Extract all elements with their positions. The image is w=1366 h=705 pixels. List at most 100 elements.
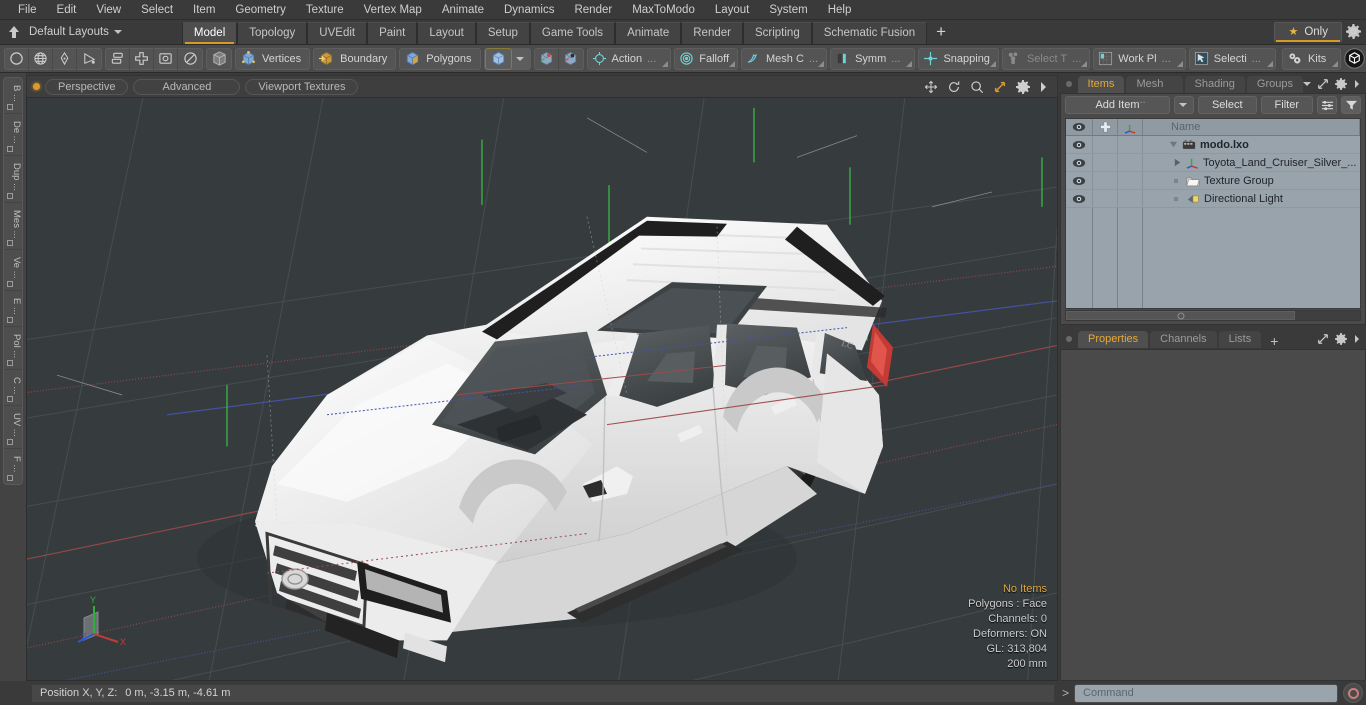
symmetry-button[interactable]: Symm ... (830, 47, 916, 70)
zoom-icon[interactable] (970, 80, 984, 94)
tab-setup[interactable]: Setup (475, 22, 530, 44)
layout-selector[interactable]: Default Layouts (0, 19, 122, 44)
tab-groups[interactable]: Groups (1246, 76, 1303, 93)
tab-scripting[interactable]: Scripting (742, 22, 812, 44)
chevron-right-icon[interactable] (1353, 79, 1361, 89)
expand-icon[interactable] (1317, 333, 1329, 345)
tab-lists[interactable]: Lists (1218, 331, 1262, 348)
row-lock-cell[interactable] (1093, 190, 1118, 207)
add-tab-button[interactable]: + (927, 22, 955, 44)
row-transform-cell[interactable] (1118, 190, 1143, 207)
row-transform-cell[interactable] (1118, 172, 1143, 189)
only-toggle-button[interactable]: ★ Only (1274, 21, 1342, 42)
list-options-icon[interactable] (1317, 96, 1337, 114)
viewport-mode-perspective[interactable]: Perspective (45, 78, 129, 95)
menu-item-select[interactable]: Select (131, 0, 183, 20)
collapse-triangle-icon[interactable] (1173, 158, 1182, 167)
rotate-icon[interactable] (947, 80, 961, 94)
tab-render[interactable]: Render (681, 22, 743, 44)
menu-item-dynamics[interactable]: Dynamics (494, 0, 564, 20)
selection-sets-button[interactable]: Selecti ... (1188, 47, 1276, 70)
chevron-right-icon[interactable] (1353, 334, 1361, 344)
modo-logo-icon[interactable] (1344, 47, 1366, 70)
left-tab-fusion[interactable]: F ... (4, 449, 22, 483)
left-tab-curve[interactable]: C ... (4, 370, 22, 407)
left-tab-uv[interactable]: UV ... (4, 406, 22, 450)
curve-icon[interactable] (77, 48, 101, 70)
menu-item-system[interactable]: System (759, 0, 817, 20)
table-row[interactable]: Directional Light (1066, 190, 1360, 208)
left-tab-polygon[interactable]: Pol ... (4, 327, 22, 370)
gear-icon[interactable] (1346, 24, 1361, 39)
viewport-textures-toggle[interactable]: Viewport Textures (245, 78, 359, 95)
record-icon[interactable] (1343, 683, 1363, 703)
tab-items[interactable]: Items (1077, 76, 1125, 93)
list-item[interactable]: Toyota_Land_Cruiser_Silver_... (1143, 154, 1360, 171)
tab-mesh[interactable]: Mesh ... (1126, 76, 1183, 106)
menu-item-geometry[interactable]: Geometry (225, 0, 296, 20)
row-transform-cell[interactable] (1118, 136, 1143, 153)
left-tab-basic[interactable]: B ... (4, 78, 22, 114)
tab-paint[interactable]: Paint (367, 22, 418, 44)
table-row[interactable]: modo.lxo (1066, 136, 1360, 154)
gear-icon[interactable] (1335, 333, 1347, 345)
tab-uvedit[interactable]: UVEdit (307, 22, 368, 44)
kits-button[interactable]: Kits (1281, 47, 1342, 70)
expand-triangle-icon[interactable] (1169, 140, 1178, 149)
tab-model[interactable]: Model (181, 22, 238, 44)
tab-channels[interactable]: Channels (1150, 331, 1217, 348)
menu-item-render[interactable]: Render (564, 0, 622, 20)
expand-icon[interactable] (1317, 78, 1329, 90)
row-visibility-toggle[interactable] (1066, 136, 1093, 153)
chevron-right-icon[interactable] (1039, 81, 1048, 93)
tab-schematic-fusion[interactable]: Schematic Fusion (811, 22, 928, 44)
tab-topology[interactable]: Topology (237, 22, 308, 44)
menu-item-vertex-map[interactable]: Vertex Map (354, 0, 432, 20)
select-button[interactable]: Select (1197, 96, 1257, 114)
row-visibility-toggle[interactable] (1066, 172, 1093, 189)
row-visibility-toggle[interactable] (1066, 190, 1093, 207)
menu-item-help[interactable]: Help (818, 0, 862, 20)
mesh-constraint-button[interactable]: Mesh C ... (741, 47, 828, 70)
scrollbar-thumb[interactable] (1066, 311, 1296, 320)
row-lock-cell[interactable] (1093, 136, 1118, 153)
chevron-down-icon[interactable] (1303, 82, 1311, 86)
add-panel-tab-button[interactable]: + (1263, 334, 1285, 348)
square-select-icon[interactable] (154, 47, 178, 70)
menu-item-file[interactable]: File (8, 0, 47, 20)
menu-item-texture[interactable]: Texture (296, 0, 354, 20)
menu-item-edit[interactable]: Edit (47, 0, 87, 20)
gear-icon[interactable] (1335, 78, 1347, 90)
list-item[interactable]: Texture Group (1143, 172, 1360, 189)
list-item[interactable]: modo.lxo (1143, 136, 1360, 153)
item-cube-icon[interactable] (484, 47, 512, 70)
snapping-button[interactable]: Snapping (918, 47, 999, 70)
gear-icon[interactable] (1016, 79, 1030, 94)
command-input[interactable]: Command (1074, 683, 1338, 703)
left-tab-edge[interactable]: E ... (4, 291, 22, 327)
menu-item-view[interactable]: View (86, 0, 131, 20)
add-item-dropdown[interactable] (1173, 96, 1194, 114)
tab-shading[interactable]: Shading (1184, 76, 1245, 93)
action-center-button[interactable]: Action ... (586, 47, 672, 70)
tab-game-tools[interactable]: Game Tools (529, 22, 616, 44)
chevron-down-icon[interactable] (512, 48, 530, 70)
properties-panel-body[interactable] (1060, 349, 1366, 681)
menu-item-item[interactable]: Item (183, 0, 225, 20)
menu-item-maxtomodo[interactable]: MaxToModo (622, 0, 705, 20)
left-tab-vertex[interactable]: Ve ... (4, 250, 22, 291)
left-tab-deform[interactable]: De ... (4, 114, 22, 156)
menu-item-animate[interactable]: Animate (432, 0, 494, 20)
list-item[interactable]: Directional Light (1143, 190, 1360, 207)
polygons-mode-button[interactable]: Polygons (399, 47, 481, 70)
row-visibility-toggle[interactable] (1066, 154, 1093, 171)
menu-item-layout[interactable]: Layout (705, 0, 760, 20)
tab-animate[interactable]: Animate (615, 22, 682, 44)
funnel-icon[interactable] (1341, 96, 1361, 114)
row-lock-cell[interactable] (1093, 172, 1118, 189)
row-lock-cell[interactable] (1093, 154, 1118, 171)
mirror-icon[interactable] (106, 47, 130, 70)
pen-icon[interactable] (53, 47, 77, 70)
item-tree-hscrollbar[interactable] (1065, 310, 1361, 321)
circle-select-icon[interactable] (178, 48, 202, 70)
